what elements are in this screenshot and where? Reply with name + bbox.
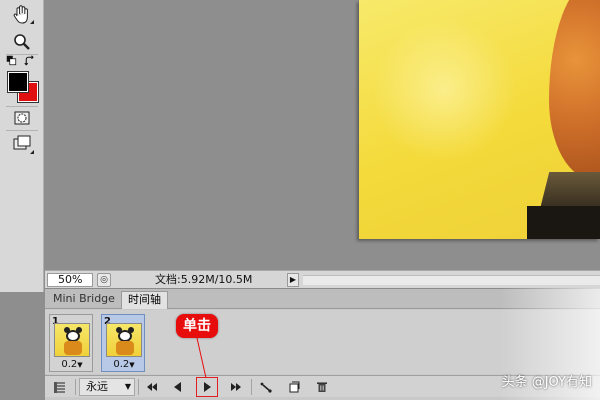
- zoom-tool-button[interactable]: [8, 30, 36, 54]
- document-size-info: 文档:5.92M/10.5M: [155, 273, 253, 286]
- default-colors-icon: [6, 55, 17, 66]
- frame-delay-dropdown[interactable]: 0.2▼: [50, 359, 94, 370]
- quick-mask-icon: [14, 111, 30, 125]
- document-image: [359, 0, 600, 239]
- hand-tool-button[interactable]: [8, 2, 36, 26]
- swap-colors-icon: [24, 55, 34, 66]
- delete-frame-icon: [317, 382, 327, 392]
- horizontal-scrollbar[interactable]: [303, 275, 600, 285]
- click-annotation: 单击: [176, 314, 218, 338]
- watermark-text: 头条 @JOY有知: [501, 375, 592, 390]
- frame-delay-dropdown[interactable]: 0.2▼: [102, 359, 146, 370]
- frame-thumbnail: [54, 323, 90, 357]
- animation-frame-2[interactable]: 2 0.2▼: [101, 314, 145, 372]
- screen-mode-button[interactable]: [8, 132, 36, 156]
- duplicate-frame-icon: [289, 381, 300, 393]
- status-bar: 50% ◎ 文档:5.92M/10.5M ▶: [45, 270, 600, 288]
- status-menu-arrow-icon[interactable]: ▶: [287, 273, 299, 287]
- first-frame-button[interactable]: [141, 378, 163, 396]
- zoom-reset-icon[interactable]: ◎: [97, 273, 111, 287]
- chevron-down-icon: ▼: [124, 382, 131, 391]
- canvas-area[interactable]: [45, 0, 600, 270]
- frame-thumbnail: [106, 323, 142, 357]
- loop-option-value: 永远: [86, 380, 108, 393]
- swap-colors-button[interactable]: [22, 52, 38, 70]
- panel-tab-bar: Mini Bridge 时间轴: [45, 289, 600, 309]
- frame-delay-value: 0.2: [61, 359, 78, 370]
- chevron-down-icon: ▼: [77, 361, 83, 369]
- frame-strip: 1 0.2▼ 2 0.2▼: [45, 310, 600, 374]
- tab-mini-bridge[interactable]: Mini Bridge: [47, 291, 121, 309]
- zoom-icon: [14, 34, 30, 50]
- next-frame-button[interactable]: [225, 378, 247, 396]
- default-colors-button[interactable]: [4, 52, 20, 70]
- zoom-level-field[interactable]: 50%: [47, 273, 93, 287]
- delete-frame-button[interactable]: [311, 378, 333, 396]
- foreground-color-swatch[interactable]: [7, 71, 29, 93]
- stand-base: [527, 206, 600, 239]
- previous-frame-button[interactable]: [167, 378, 189, 396]
- tools-panel: [0, 0, 44, 292]
- panel-menu-button[interactable]: [49, 378, 71, 396]
- chevron-down-icon: ▼: [129, 361, 135, 369]
- loop-options-select[interactable]: 永远 ▼: [79, 378, 135, 396]
- tween-button[interactable]: [255, 378, 277, 396]
- next-frame-icon: [231, 383, 241, 391]
- quick-mask-button[interactable]: [8, 106, 36, 130]
- duplicate-frame-button[interactable]: [283, 378, 305, 396]
- animation-frame-1[interactable]: 1 0.2▼: [49, 314, 93, 372]
- panel-menu-icon: [54, 382, 65, 393]
- frame-delay-value: 0.2: [113, 359, 130, 370]
- tween-icon: [260, 382, 272, 393]
- previous-frame-icon: [174, 382, 181, 392]
- persimmon-shape: [549, 0, 600, 180]
- tab-timeline[interactable]: 时间轴: [121, 291, 168, 309]
- select-first-frame-icon: [147, 383, 157, 391]
- stand-top: [540, 172, 600, 206]
- play-button-highlight: [196, 377, 218, 397]
